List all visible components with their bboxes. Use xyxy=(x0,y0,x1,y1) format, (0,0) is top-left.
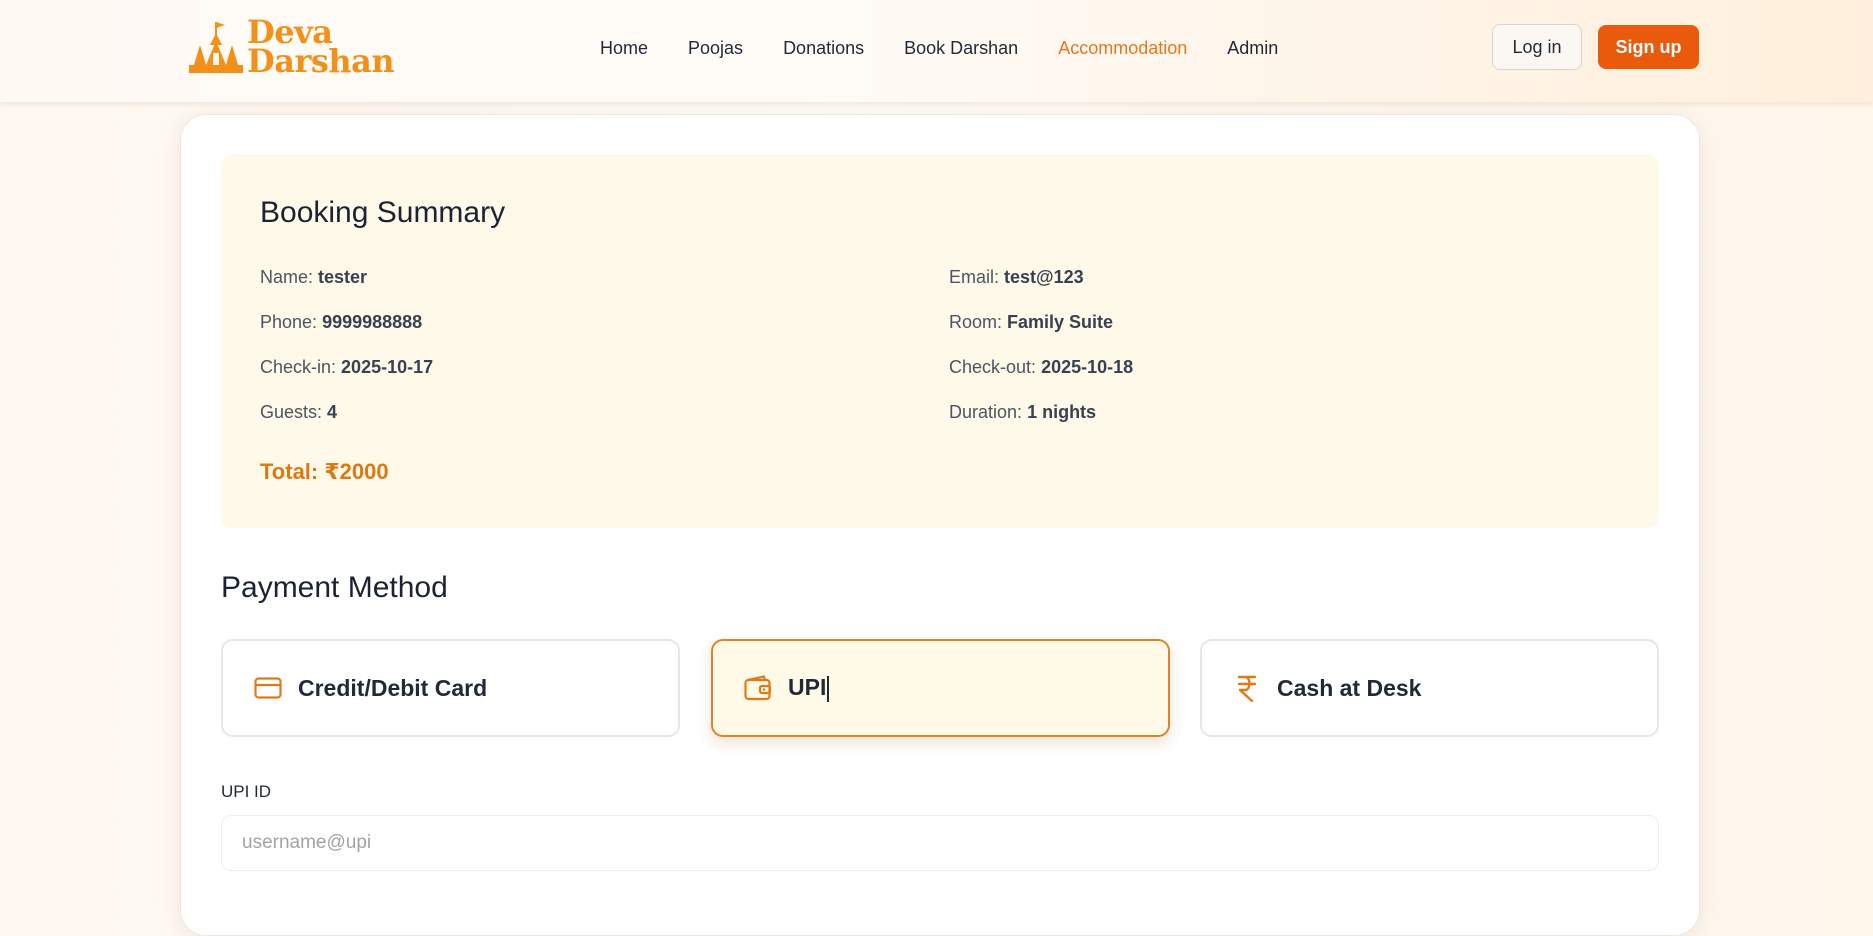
payment-option-cash[interactable]: Cash at Desk xyxy=(1200,639,1659,737)
summary-room-value: Family Suite xyxy=(1007,312,1114,332)
temple-icon xyxy=(189,22,243,73)
summary-room: Room: Family Suite xyxy=(949,312,1114,332)
nav-accommodation[interactable]: Accommodation xyxy=(1058,38,1187,59)
payment-option-card[interactable]: Credit/Debit Card xyxy=(221,639,680,737)
summary-checkout-value: 2025-10-18 xyxy=(1041,357,1134,377)
summary-checkin: Check-in: 2025-10-17 xyxy=(260,357,434,377)
signup-button[interactable]: Sign up xyxy=(1598,25,1699,69)
credit-card-icon xyxy=(254,674,282,702)
summary-checkout: Check-out: 2025-10-18 xyxy=(949,357,1134,377)
nav-donations[interactable]: Donations xyxy=(783,38,864,59)
summary-title: Booking Summary xyxy=(260,196,506,229)
payment-option-cash-label: Cash at Desk xyxy=(1277,674,1422,701)
summary-checkin-value: 2025-10-17 xyxy=(341,357,434,377)
login-button[interactable]: Log in xyxy=(1492,24,1582,70)
rupee-icon xyxy=(1233,674,1261,702)
booking-summary: Booking Summary Name: tester Email: test… xyxy=(221,154,1659,528)
payment-method-title: Payment Method xyxy=(221,571,448,604)
summary-name-value: tester xyxy=(318,267,368,287)
summary-duration: Duration: 1 nights xyxy=(949,402,1097,422)
summary-duration-value: 1 nights xyxy=(1027,402,1097,422)
text-cursor xyxy=(827,675,830,702)
summary-phone: Phone: 9999988888 xyxy=(260,312,423,332)
summary-guests: Guests: 4 xyxy=(260,402,338,422)
logo-text-line2: Darshan xyxy=(247,42,395,80)
nav-poojas[interactable]: Poojas xyxy=(688,38,743,59)
summary-name: Name: tester xyxy=(260,267,368,287)
logo[interactable]: Deva Darshan xyxy=(185,16,395,80)
summary-phone-value: 9999988888 xyxy=(322,312,423,332)
summary-guests-value: 4 xyxy=(327,402,338,422)
booking-card: Booking Summary Name: tester Email: test… xyxy=(180,114,1700,936)
payment-option-card-label: Credit/Debit Card xyxy=(298,674,488,701)
main-nav: Home Poojas Donations Book Darshan Accom… xyxy=(600,38,1278,59)
top-navbar: Deva Darshan Home Poojas Donations Book … xyxy=(0,0,1873,102)
summary-email-value: test@123 xyxy=(1004,267,1084,287)
payment-option-upi[interactable]: UPI xyxy=(711,639,1170,737)
nav-home[interactable]: Home xyxy=(600,38,648,59)
upi-id-label: UPI ID xyxy=(221,782,272,801)
upi-id-input[interactable] xyxy=(221,815,1659,871)
summary-total: Total: ₹2000 xyxy=(260,459,389,484)
nav-book-darshan[interactable]: Book Darshan xyxy=(904,38,1018,59)
payment-option-upi-label: UPI xyxy=(788,674,830,702)
summary-email: Email: test@123 xyxy=(949,267,1084,287)
nav-admin[interactable]: Admin xyxy=(1227,38,1278,59)
wallet-icon xyxy=(744,674,772,702)
